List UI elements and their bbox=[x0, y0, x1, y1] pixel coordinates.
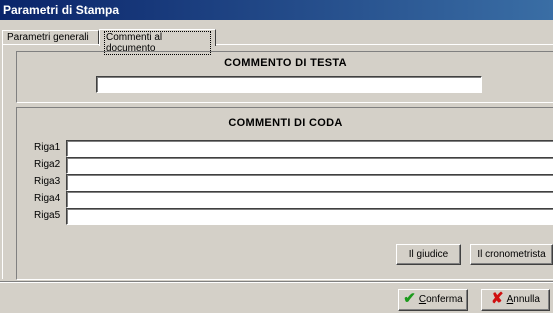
confirm-button[interactable]: ✔ Conferma bbox=[398, 289, 468, 311]
head-comment-panel: COMMENTO DI TESTA bbox=[16, 51, 553, 103]
riga2-input[interactable] bbox=[66, 157, 553, 174]
x-icon: ✘ bbox=[491, 290, 504, 308]
window-title: Parametri di Stampa bbox=[0, 0, 553, 20]
tab-strip: Parametri generali Commenti al documento bbox=[0, 21, 553, 55]
confirm-label: onferma bbox=[426, 294, 463, 305]
row-label-riga4: Riga4 bbox=[34, 193, 61, 204]
timekeeper-button[interactable]: Il cronometrista bbox=[470, 244, 553, 265]
head-comment-input[interactable] bbox=[96, 76, 482, 93]
row-label-riga3: Riga3 bbox=[34, 176, 61, 187]
tab-parametri-generali[interactable]: Parametri generali bbox=[2, 30, 99, 45]
footer-separator bbox=[0, 281, 553, 283]
tab-label: Parametri generali bbox=[7, 32, 89, 43]
tab-commenti-al-documento[interactable]: Commenti al documento bbox=[99, 29, 216, 55]
tab-page-commenti: COMMENTO DI TESTA COMMENTI DI CODA Riga1… bbox=[2, 44, 553, 280]
cancel-button[interactable]: ✘ Annulla bbox=[481, 289, 550, 311]
riga1-input[interactable] bbox=[66, 140, 553, 157]
tab-label: Commenti al documento bbox=[104, 31, 211, 55]
row-label-riga2: Riga2 bbox=[34, 159, 61, 170]
tail-comment-title: COMMENTI DI CODA bbox=[228, 117, 343, 129]
judge-button[interactable]: Il giudice bbox=[396, 244, 461, 265]
riga3-input[interactable] bbox=[66, 174, 553, 191]
row-label-riga1: Riga1 bbox=[34, 142, 61, 153]
tail-comment-panel: COMMENTI DI CODA Riga1 Riga2 Riga3 Riga4… bbox=[16, 107, 553, 280]
riga5-input[interactable] bbox=[66, 208, 553, 225]
row-label-riga5: Riga5 bbox=[34, 210, 61, 221]
confirm-accel: C bbox=[418, 294, 427, 305]
riga4-input[interactable] bbox=[66, 191, 553, 208]
cancel-label: nnulla bbox=[513, 294, 540, 305]
check-icon: ✔ bbox=[403, 290, 416, 308]
head-comment-title: COMMENTO DI TESTA bbox=[224, 57, 347, 69]
